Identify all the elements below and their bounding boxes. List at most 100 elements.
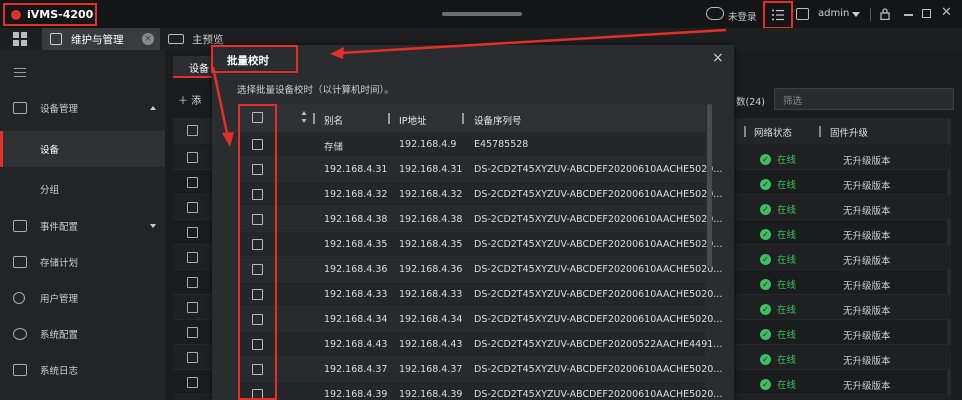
cell-ip: 192.168.4.37	[399, 364, 463, 375]
status-badge: ✓ 在线	[760, 277, 796, 291]
cell-serial: DS-2CD2T45XYZUV-ABCDEF20200610AACHE5020.…	[474, 364, 723, 375]
firmware-status[interactable]: 无升级版本	[843, 228, 891, 242]
firmware-status[interactable]: 无升级版本	[843, 378, 891, 392]
cell-serial: DS-2CD2T45XYZUV-ABCDEF20200610AACHE5020.…	[474, 289, 723, 300]
status-text: 在线	[777, 155, 797, 166]
drag-handle[interactable]	[442, 12, 522, 16]
column-alias[interactable]: 别名	[324, 113, 343, 127]
username[interactable]: admin	[818, 8, 849, 19]
picture-icon[interactable]	[796, 8, 809, 20]
cell-alias: 192.168.4.39	[324, 389, 388, 400]
cell-ip: 192.168.4.33	[399, 289, 463, 300]
sidebar-item-system-log[interactable]: 系统日志	[0, 352, 165, 388]
firmware-status[interactable]: 无升级版本	[843, 203, 891, 217]
chevron-up-icon	[150, 106, 156, 110]
row-checkbox[interactable]	[187, 352, 198, 363]
sidebar-item-device[interactable]: 设备	[0, 131, 165, 167]
dialog-scrollbar[interactable]	[707, 104, 712, 268]
cloud-login-status[interactable]: 未登录	[728, 9, 757, 23]
firmware-status[interactable]: 无升级版本	[843, 328, 891, 342]
cell-alias: 192.168.4.34	[324, 314, 388, 325]
check-circle-icon: ✓	[760, 278, 771, 290]
cell-serial: DS-2CD2T45XYZUV-ABCDEF20200610AACHE5020.…	[474, 314, 723, 325]
cell-ip: 192.168.4.34	[399, 314, 463, 325]
firmware-status[interactable]: 无升级版本	[843, 353, 891, 367]
row-checkbox[interactable]	[187, 227, 198, 238]
column-firmware[interactable]: 固件升级	[830, 125, 868, 139]
divider	[870, 8, 871, 21]
column-divider	[744, 126, 746, 137]
sidebar-item-label: 分组	[40, 185, 60, 196]
row-checkbox[interactable]	[187, 277, 198, 288]
row-checkbox[interactable]	[187, 252, 198, 263]
column-divider	[388, 113, 390, 124]
tab-maintenance[interactable]: 维护与管理 ×	[42, 28, 160, 50]
dialog-close-icon[interactable]: ×	[712, 51, 724, 65]
sidebar-item-system-config[interactable]: 系统配置	[0, 316, 165, 352]
row-checkbox[interactable]	[187, 377, 198, 388]
check-circle-icon: ✓	[760, 178, 771, 190]
sort-icon[interactable]	[301, 110, 307, 124]
row-checkbox[interactable]	[187, 177, 198, 188]
window-close-button[interactable]: ✕	[941, 6, 952, 19]
firmware-status[interactable]: 无升级版本	[843, 253, 891, 267]
row-checkbox[interactable]	[187, 152, 198, 163]
row-checkbox[interactable]	[187, 202, 198, 213]
status-badge: ✓ 在线	[760, 227, 796, 241]
storage-icon	[13, 256, 27, 268]
collapse-menu-icon[interactable]	[14, 68, 26, 77]
list-icon	[772, 9, 784, 21]
firmware-status[interactable]: 无升级版本	[843, 153, 891, 167]
status-text: 在线	[777, 355, 797, 366]
sidebar-item-device-management[interactable]: 设备管理	[0, 90, 165, 126]
task-list-button[interactable]	[763, 1, 793, 29]
cell-alias: 存储	[324, 142, 344, 153]
check-circle-icon: ✓	[760, 253, 771, 265]
log-icon	[13, 364, 27, 376]
cell-serial: DS-2CD2T45XYZUV-ABCDEF20200610AACHE5020.…	[474, 239, 723, 250]
check-circle-icon: ✓	[760, 328, 771, 340]
cell-alias: 192.168.4.36	[324, 264, 388, 275]
check-circle-icon: ✓	[760, 378, 771, 390]
column-network-status[interactable]: 网络状态	[754, 125, 792, 139]
module-grid-icon[interactable]	[13, 32, 27, 46]
sidebar-item-group[interactable]: 分组	[0, 171, 165, 207]
cell-serial: DS-2CD2T45XYZUV-ABCDEF20200610AACHE5020.…	[474, 389, 723, 400]
device-icon	[13, 102, 27, 114]
cell-alias: 192.168.4.43	[324, 339, 388, 350]
sidebar-item-event-config[interactable]: 事件配置	[0, 208, 165, 244]
lock-icon[interactable]	[880, 8, 890, 20]
device-count: 数(24)	[736, 97, 766, 108]
cell-serial: DS-2CD2T45XYZUV-ABCDEF20200610AACHE5020.…	[474, 264, 723, 275]
sidebar-item-label: 用户管理	[40, 294, 79, 305]
logo-icon	[9, 7, 23, 22]
cell-serial: DS-2CD2T45XYZUV-ABCDEF20200522AACHE4491.…	[474, 339, 723, 350]
row-checkbox[interactable]	[187, 327, 198, 338]
sidebar-item-label: 系统日志	[40, 366, 79, 377]
minimize-button[interactable]	[904, 14, 913, 16]
firmware-status[interactable]: 无升级版本	[843, 178, 891, 192]
table-row[interactable]	[237, 132, 705, 157]
maximize-button[interactable]	[922, 9, 931, 18]
status-badge: ✓ 在线	[760, 177, 796, 191]
user-dropdown-icon[interactable]	[852, 12, 860, 17]
tab-close-icon[interactable]: ×	[142, 33, 154, 45]
status-text: 在线	[777, 255, 797, 266]
filter-input[interactable]: 筛选	[774, 88, 954, 110]
cloud-icon[interactable]	[706, 7, 724, 20]
cell-serial: DS-2CD2T45XYZUV-ABCDEF20200610AACHE5020.…	[474, 164, 723, 175]
select-all-checkbox[interactable]	[187, 125, 198, 136]
row-checkbox[interactable]	[187, 302, 198, 313]
cell-ip: 192.168.4.32	[399, 189, 463, 200]
sidebar-item-storage-plan[interactable]: 存储计划	[0, 244, 165, 280]
firmware-status[interactable]: 无升级版本	[843, 303, 891, 317]
cell-ip: 192.168.4.9	[399, 139, 457, 150]
column-ip[interactable]: IP地址	[399, 113, 427, 127]
firmware-status[interactable]: 无升级版本	[843, 278, 891, 292]
camera-icon	[168, 34, 184, 44]
dialog-table-header	[237, 104, 705, 132]
status-text: 在线	[777, 230, 797, 241]
add-device-button[interactable]: ＋ 添	[178, 92, 201, 107]
column-serial[interactable]: 设备序列号	[474, 113, 522, 127]
sidebar-item-user-management[interactable]: 用户管理	[0, 280, 165, 316]
